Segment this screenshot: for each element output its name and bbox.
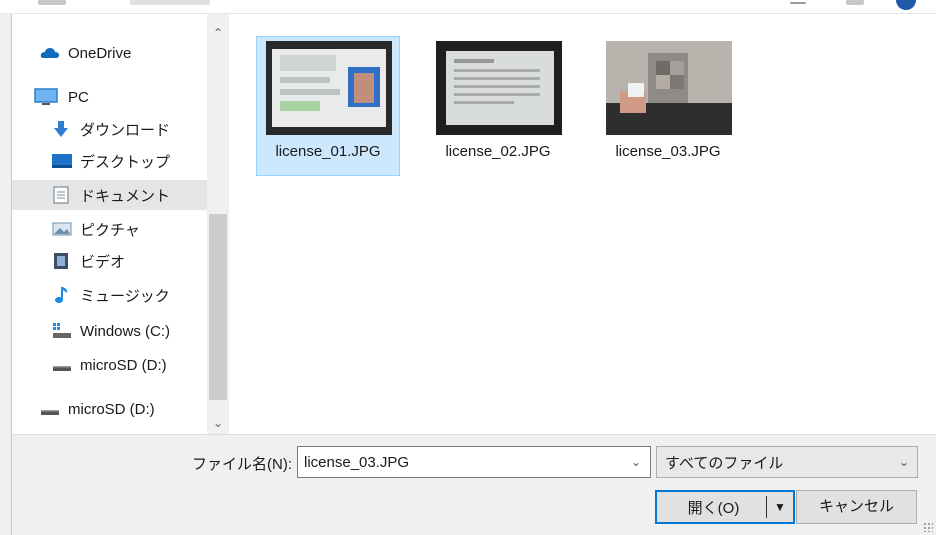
file-name: license_01.JPG xyxy=(275,143,381,160)
nav-item-label: ビデオ xyxy=(80,253,126,271)
file-tile-license-03[interactable]: license_03.JPG xyxy=(596,36,740,176)
navigation-pane: OneDrive PC ダウンロード デスクトップ ドキュメント ピクチャ ビデ… xyxy=(12,14,230,434)
nav-item-label: Windows (C:) xyxy=(80,322,171,340)
chevron-down-icon[interactable]: ⌄ xyxy=(622,455,650,469)
file-type-value: すべてのファイル xyxy=(665,454,784,472)
view-options-icon[interactable] xyxy=(790,2,806,4)
nav-item-downloads[interactable]: ダウンロード xyxy=(52,114,230,144)
resize-grip-icon[interactable] xyxy=(923,522,933,532)
nav-item-label: デスクトップ xyxy=(80,153,171,171)
pictures-icon xyxy=(52,220,72,238)
filename-combobox[interactable]: ⌄ xyxy=(297,446,651,478)
nav-item-microsd-d-root[interactable]: microSD (D:) xyxy=(40,394,230,424)
file-thumbnail xyxy=(606,41,732,135)
nav-item-documents[interactable]: ドキュメント xyxy=(12,180,208,210)
file-name: license_02.JPG xyxy=(445,143,551,160)
nav-item-onedrive[interactable]: OneDrive xyxy=(40,38,230,68)
preview-pane-icon[interactable] xyxy=(846,0,864,5)
filename-label: ファイル名(N): xyxy=(192,456,292,473)
scroll-up-icon[interactable]: ⌃ xyxy=(207,22,229,44)
open-button[interactable]: 開く(O) ▼ xyxy=(655,490,795,524)
file-name: license_03.JPG xyxy=(615,143,721,160)
chevron-down-icon: ⌄ xyxy=(898,455,909,469)
windows-drive-icon xyxy=(52,322,72,340)
removable-drive-icon xyxy=(40,400,60,418)
music-note-icon xyxy=(52,286,72,304)
cancel-button[interactable]: キャンセル xyxy=(796,490,917,524)
window-frame xyxy=(0,0,12,535)
download-arrow-icon xyxy=(52,120,72,138)
scroll-down-icon[interactable]: ⌄ xyxy=(207,412,229,434)
nav-scrollbar[interactable]: ⌃ ⌄ xyxy=(207,14,229,434)
open-button-label: 開く(O) xyxy=(687,499,740,517)
nav-item-label: ミュージック xyxy=(80,287,170,305)
nav-item-music[interactable]: ミュージック xyxy=(52,280,230,310)
toolbar-cutoff-text xyxy=(130,0,210,5)
scrollbar-thumb[interactable] xyxy=(209,214,227,400)
nav-item-pc[interactable]: PC xyxy=(34,82,230,112)
nav-item-label: microSD (D:) xyxy=(68,400,155,418)
removable-drive-icon xyxy=(52,356,72,374)
file-type-select[interactable]: すべてのファイル ⌄ xyxy=(656,446,918,478)
nav-item-videos[interactable]: ビデオ xyxy=(52,246,230,276)
documents-icon xyxy=(52,186,72,204)
file-thumbnail xyxy=(266,41,392,135)
nav-item-label: ダウンロード xyxy=(80,121,171,139)
dialog-footer: ファイル名(N): ⌄ すべてのファイル ⌄ 開く(O) ▼ キャンセル xyxy=(12,434,936,535)
toolbar-strip xyxy=(0,0,936,14)
file-tile-license-01[interactable]: license_01.JPG xyxy=(256,36,400,176)
open-dropdown-icon[interactable]: ▼ xyxy=(767,500,793,514)
nav-item-label: microSD (D:) xyxy=(80,356,167,374)
nav-item-label: OneDrive xyxy=(68,44,132,62)
filename-input[interactable] xyxy=(298,447,622,477)
nav-item-microsd-d[interactable]: microSD (D:) xyxy=(52,350,230,380)
nav-item-label: PC xyxy=(68,88,89,106)
nav-item-pictures[interactable]: ピクチャ xyxy=(52,214,230,244)
help-icon[interactable] xyxy=(896,0,916,10)
videos-icon xyxy=(52,252,72,270)
file-list: license_01.JPG license_02.JPG license_03… xyxy=(230,14,936,434)
nav-item-label: ドキュメント xyxy=(80,187,171,205)
nav-item-label: ピクチャ xyxy=(80,221,140,239)
onedrive-cloud-icon xyxy=(40,44,60,62)
desktop-icon xyxy=(52,152,72,170)
computer-icon xyxy=(34,88,60,106)
file-tile-license-02[interactable]: license_02.JPG xyxy=(426,36,570,176)
nav-item-windows-c[interactable]: Windows (C:) xyxy=(52,316,230,346)
toolbar-cutoff-icon[interactable] xyxy=(38,0,66,5)
file-thumbnail xyxy=(436,41,562,135)
nav-item-desktop[interactable]: デスクトップ xyxy=(52,146,230,176)
